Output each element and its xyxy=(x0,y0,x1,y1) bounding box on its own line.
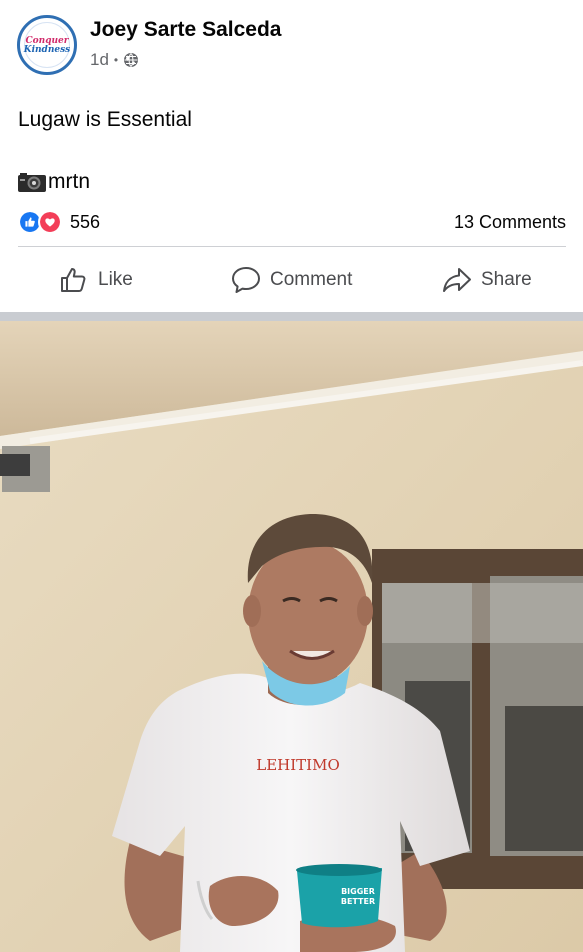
share-icon xyxy=(443,268,471,292)
post-text: Lugaw is Essential xyxy=(18,108,192,131)
comment-button[interactable]: Comment xyxy=(230,262,352,298)
meta-separator: • xyxy=(113,53,119,67)
right-ear xyxy=(357,596,373,626)
reactions-summary[interactable]: 556 xyxy=(18,210,100,234)
cup-text-1: BIGGER xyxy=(341,887,375,896)
share-button[interactable]: Share xyxy=(441,262,532,298)
window-reflection xyxy=(382,583,583,643)
avatar-logo: Conquer Kindness xyxy=(20,37,74,55)
like-button[interactable]: Like xyxy=(58,262,133,298)
comment-label: Comment xyxy=(270,269,353,290)
post-meta: 1d • xyxy=(90,50,139,70)
left-ear xyxy=(243,595,261,627)
post-time[interactable]: 1d xyxy=(90,50,109,70)
camera-icon xyxy=(18,173,46,192)
photo-scene: LEHITIMO BIGGER BETTER xyxy=(0,321,583,952)
reaction-stats: 556 13 Comments xyxy=(18,208,566,238)
comments-count[interactable]: 13 Comments xyxy=(454,212,566,233)
avatar[interactable]: Conquer Kindness xyxy=(17,15,77,75)
divider xyxy=(18,246,566,247)
cup-rim xyxy=(296,864,382,876)
globe-icon[interactable] xyxy=(123,52,139,68)
credit-text: mrtn xyxy=(48,170,90,193)
comment-icon xyxy=(232,267,260,293)
post-actions: Like Comment Share xyxy=(0,252,583,308)
post-photo[interactable]: LEHITIMO BIGGER BETTER xyxy=(0,321,583,952)
avatar-logo-line2: Kindness xyxy=(23,45,71,55)
reaction-count: 556 xyxy=(70,211,101,232)
post-header: Conquer Kindness Joey Sarte Salceda 1d • xyxy=(0,0,583,90)
thumbs-up-icon xyxy=(61,268,86,292)
shirt-print: LEHITIMO xyxy=(256,756,340,774)
love-reaction-icon xyxy=(38,210,62,234)
share-label: Share xyxy=(481,269,532,290)
like-label: Like xyxy=(98,269,133,290)
reflection-figure-2 xyxy=(505,706,583,851)
camera-lens-housing xyxy=(0,454,30,476)
feed-separator xyxy=(0,312,583,321)
author-name[interactable]: Joey Sarte Salceda xyxy=(90,18,281,42)
photo-credit: mrtn xyxy=(18,170,90,194)
cup-text-2: BETTER xyxy=(341,897,375,906)
